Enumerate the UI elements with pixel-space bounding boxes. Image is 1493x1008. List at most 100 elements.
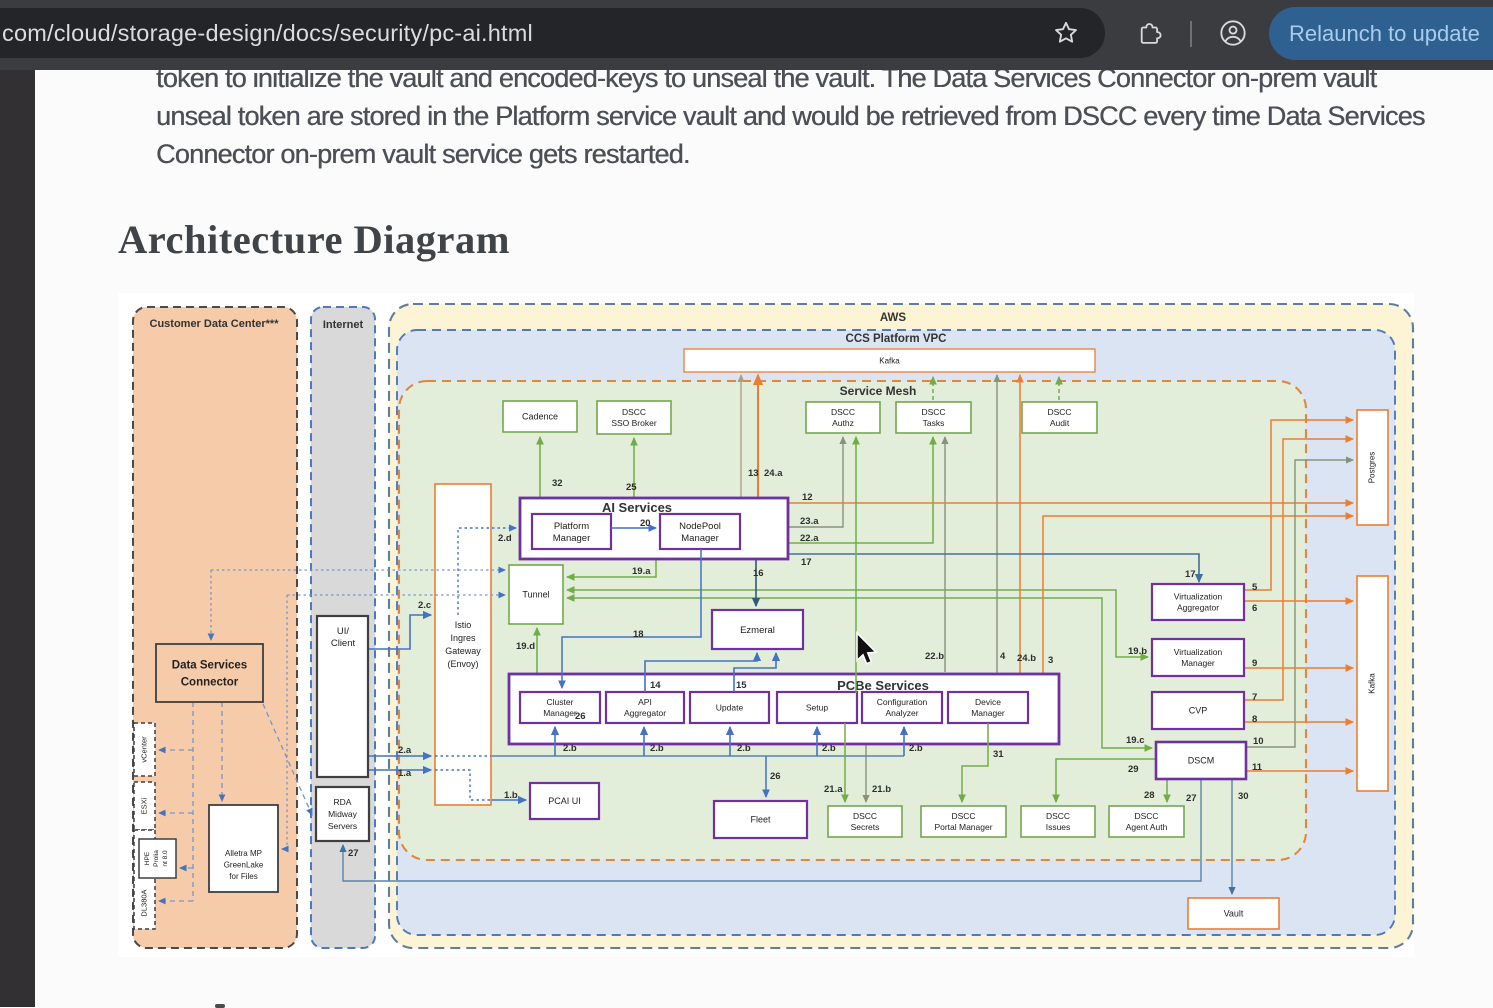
svg-text:19.d: 19.d bbox=[516, 641, 535, 652]
svg-text:Service Mesh: Service Mesh bbox=[840, 384, 917, 398]
svg-text:Ezmeral: Ezmeral bbox=[740, 625, 775, 636]
svg-text:Configuration: Configuration bbox=[877, 697, 928, 707]
svg-text:17: 17 bbox=[801, 557, 812, 568]
svg-text:2.b: 2.b bbox=[563, 743, 577, 754]
svg-text:2.d: 2.d bbox=[498, 533, 512, 544]
svg-text:Client: Client bbox=[331, 638, 356, 649]
svg-text:19.a: 19.a bbox=[632, 566, 651, 577]
svg-text:2.b: 2.b bbox=[650, 743, 664, 754]
svg-text:DSCC: DSCC bbox=[622, 407, 646, 417]
svg-text:3: 3 bbox=[1048, 655, 1053, 666]
svg-text:DSCC: DSCC bbox=[1134, 811, 1158, 821]
svg-text:26: 26 bbox=[575, 711, 586, 722]
svg-text:2.c: 2.c bbox=[418, 600, 431, 611]
svg-text:Fleet: Fleet bbox=[750, 815, 771, 825]
svg-text:Alletra MP: Alletra MP bbox=[225, 849, 262, 858]
svg-text:Cadence: Cadence bbox=[522, 412, 558, 422]
svg-text:AI Services: AI Services bbox=[602, 500, 672, 515]
svg-text:26: 26 bbox=[770, 771, 781, 782]
svg-text:API: API bbox=[638, 697, 652, 707]
svg-text:DSCC: DSCC bbox=[853, 811, 877, 821]
svg-text:CCS Platform VPC: CCS Platform VPC bbox=[846, 333, 947, 345]
svg-text:Connector: Connector bbox=[181, 677, 239, 689]
svg-text:DSCC: DSCC bbox=[921, 407, 945, 417]
svg-text:Analyzer: Analyzer bbox=[885, 708, 918, 718]
svg-text:13: 13 bbox=[748, 468, 759, 479]
svg-text:25: 25 bbox=[626, 482, 637, 493]
svg-text:Tasks: Tasks bbox=[923, 418, 945, 428]
svg-text:2.a: 2.a bbox=[398, 745, 412, 756]
svg-text:Manager: Manager bbox=[553, 533, 591, 544]
svg-text:17: 17 bbox=[1185, 569, 1196, 580]
svg-text:Device: Device bbox=[975, 697, 1001, 707]
svg-text:Portal Manager: Portal Manager bbox=[934, 822, 992, 832]
svg-text:18: 18 bbox=[633, 629, 644, 640]
svg-text:UI/: UI/ bbox=[337, 626, 350, 637]
svg-text:5: 5 bbox=[1252, 582, 1258, 593]
svg-text:16: 16 bbox=[753, 568, 764, 579]
svg-text:SSO Broker: SSO Broker bbox=[611, 418, 657, 428]
svg-text:Customer Data Center***: Customer Data Center*** bbox=[150, 318, 280, 330]
svg-text:Servers: Servers bbox=[328, 821, 357, 831]
svg-text:Manager: Manager bbox=[681, 533, 719, 544]
svg-text:NodePool: NodePool bbox=[679, 521, 721, 532]
svg-text:11: 11 bbox=[1252, 762, 1263, 773]
svg-text:24.a: 24.a bbox=[764, 468, 783, 479]
svg-text:22.b: 22.b bbox=[925, 651, 944, 662]
svg-text:PCAI UI: PCAI UI bbox=[548, 796, 581, 806]
svg-text:29: 29 bbox=[1128, 764, 1139, 775]
svg-text:Manager: Manager bbox=[971, 708, 1005, 718]
svg-text:Kafka: Kafka bbox=[1368, 673, 1377, 694]
svg-text:Issues: Issues bbox=[1046, 822, 1071, 832]
svg-text:Ingres: Ingres bbox=[450, 633, 476, 643]
svg-text:7: 7 bbox=[1252, 692, 1257, 703]
svg-text:22.a: 22.a bbox=[800, 533, 819, 544]
svg-text:Virtualization: Virtualization bbox=[1174, 647, 1223, 657]
svg-text:Update: Update bbox=[716, 703, 744, 713]
svg-text:Prolia: Prolia bbox=[153, 850, 160, 867]
svg-text:19.b: 19.b bbox=[1128, 646, 1147, 657]
svg-text:14: 14 bbox=[650, 680, 661, 691]
svg-text:23.a: 23.a bbox=[800, 516, 819, 527]
svg-text:Midway: Midway bbox=[328, 809, 358, 819]
svg-text:9: 9 bbox=[1252, 658, 1257, 669]
svg-text:Manager: Manager bbox=[543, 708, 577, 718]
svg-text:Istio: Istio bbox=[455, 620, 472, 630]
svg-text:Tunnel: Tunnel bbox=[522, 590, 549, 600]
svg-text:20: 20 bbox=[640, 518, 651, 529]
svg-text:Postgres: Postgres bbox=[1368, 452, 1377, 484]
svg-text:Setup: Setup bbox=[806, 703, 828, 713]
svg-text:GreenLake: GreenLake bbox=[224, 861, 264, 870]
svg-text:Internet: Internet bbox=[323, 319, 364, 331]
svg-text:21.a: 21.a bbox=[824, 784, 843, 795]
svg-text:vCenter: vCenter bbox=[139, 736, 148, 763]
svg-text:21.b: 21.b bbox=[872, 784, 891, 795]
svg-text:6: 6 bbox=[1252, 603, 1257, 614]
svg-text:PCBe Services: PCBe Services bbox=[837, 678, 929, 693]
svg-text:Cluster: Cluster bbox=[547, 697, 574, 707]
svg-text:Aggregator: Aggregator bbox=[1177, 603, 1219, 613]
svg-text:10: 10 bbox=[1253, 736, 1264, 747]
svg-text:DL380A: DL380A bbox=[139, 889, 148, 916]
svg-text:27: 27 bbox=[1186, 793, 1197, 804]
svg-text:1.a: 1.a bbox=[398, 768, 412, 779]
svg-text:Manager: Manager bbox=[1181, 658, 1215, 668]
svg-text:30: 30 bbox=[1238, 791, 1249, 802]
svg-text:Virtualization: Virtualization bbox=[1174, 592, 1223, 602]
svg-text:8: 8 bbox=[1252, 714, 1257, 725]
svg-text:4: 4 bbox=[1000, 651, 1006, 662]
svg-text:Kafka: Kafka bbox=[879, 356, 900, 365]
svg-text:RDA: RDA bbox=[334, 797, 352, 807]
svg-text:15: 15 bbox=[736, 680, 747, 691]
svg-text:HPE: HPE bbox=[144, 851, 151, 865]
svg-text:31: 31 bbox=[993, 749, 1004, 760]
svg-text:Aggregator: Aggregator bbox=[624, 708, 666, 718]
svg-text:AWS: AWS bbox=[880, 312, 907, 324]
svg-text:DSCC: DSCC bbox=[831, 407, 855, 417]
svg-text:1.b: 1.b bbox=[504, 790, 518, 801]
svg-text:(Envoy): (Envoy) bbox=[447, 659, 478, 669]
svg-text:for Files: for Files bbox=[229, 872, 257, 881]
svg-text:12: 12 bbox=[802, 492, 813, 503]
svg-text:DSCC: DSCC bbox=[1046, 811, 1070, 821]
svg-text:24.b: 24.b bbox=[1017, 653, 1036, 664]
